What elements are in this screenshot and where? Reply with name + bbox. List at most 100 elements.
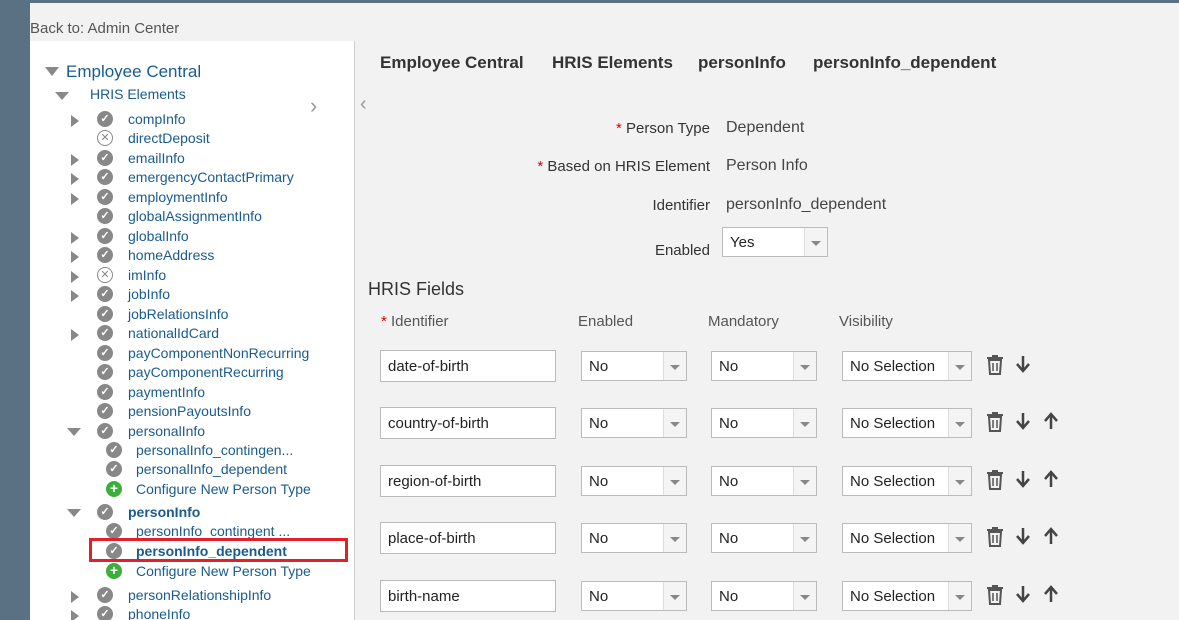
trash-icon[interactable] [986, 527, 1004, 552]
chevron-down-icon[interactable] [793, 409, 816, 437]
enabled-select[interactable]: No [581, 351, 687, 381]
arrow-down-icon[interactable] [1015, 585, 1031, 608]
visibility-select[interactable]: No Selection [842, 523, 972, 553]
collapse-triangle-icon[interactable] [55, 92, 69, 100]
mandatory-select[interactable]: No [711, 351, 817, 381]
enabled-select[interactable]: No [581, 523, 687, 553]
trash-icon[interactable] [986, 585, 1004, 610]
arrow-down-icon[interactable] [1015, 470, 1031, 493]
chevron-down-icon[interactable] [948, 409, 971, 437]
back-to-admin-center-link[interactable]: Back to: Admin Center [30, 20, 179, 37]
check-circle-icon: ✓ [97, 364, 113, 380]
check-circle-icon: ✓ [97, 384, 113, 400]
collapse-triangle-icon[interactable] [67, 509, 81, 517]
tree-item-label: jobInfo [128, 286, 171, 302]
tree-item-label: directDeposit [128, 130, 210, 146]
enabled-select[interactable]: Yes [722, 227, 828, 257]
enabled-select[interactable]: No [581, 581, 687, 611]
identifier-input[interactable]: place-of-birth [380, 522, 556, 554]
arrow-up-icon[interactable] [1043, 470, 1059, 493]
chevron-down-icon[interactable] [793, 352, 816, 380]
tree-item-label: globalInfo [128, 228, 189, 244]
check-circle-icon: ✓ [106, 461, 122, 477]
tree-item-label: paymentInfo [128, 384, 206, 400]
identifier-input[interactable]: region-of-birth [380, 465, 556, 497]
chevron-down-icon[interactable] [663, 409, 686, 437]
x-circle-icon: ✕ [97, 267, 113, 283]
chevron-left-icon[interactable]: ‹ [360, 93, 367, 116]
chevron-down-icon[interactable] [948, 524, 971, 552]
chevron-down-icon[interactable] [948, 582, 971, 610]
tree-item-label: personalInfo_contingen... [136, 442, 294, 458]
enabled-select[interactable]: No [581, 408, 687, 438]
visibility-select[interactable]: No Selection [842, 466, 972, 496]
trash-icon[interactable] [986, 470, 1004, 495]
arrow-up-icon[interactable] [1043, 527, 1059, 550]
selected-item-highlight [89, 538, 348, 562]
expand-triangle-icon[interactable] [71, 290, 79, 302]
tree-panel: Employee Central HRIS Elements › ✓ compIn… [30, 41, 355, 620]
chevron-down-icon[interactable] [663, 582, 686, 610]
expand-triangle-icon[interactable] [71, 271, 79, 283]
mandatory-select[interactable]: No [711, 408, 817, 438]
chevron-down-icon[interactable] [793, 582, 816, 610]
expand-triangle-icon[interactable] [71, 173, 79, 185]
visibility-select[interactable]: No Selection [842, 351, 972, 381]
arrow-down-icon[interactable] [1015, 527, 1031, 550]
tree-item-label: nationalIdCard [128, 325, 220, 341]
tree-item-label: Configure New Person Type [136, 481, 311, 497]
arrow-down-icon[interactable] [1015, 412, 1031, 435]
collapse-triangle-icon[interactable] [45, 67, 59, 76]
chevron-down-icon[interactable] [793, 467, 816, 495]
chevron-down-icon[interactable] [663, 467, 686, 495]
chevron-down-icon[interactable] [663, 524, 686, 552]
app-shell: Back to: Admin Center Employee Central H… [30, 3, 1179, 620]
expand-triangle-icon[interactable] [71, 329, 79, 341]
check-circle-icon: ✓ [97, 306, 113, 322]
tree-item-label: emergencyContactPrimary [128, 169, 294, 185]
arrow-down-icon[interactable] [1015, 355, 1031, 378]
tree-item-label: personalInfo_dependent [136, 461, 288, 477]
visibility-select[interactable]: No Selection [842, 581, 972, 611]
expand-triangle-icon[interactable] [71, 193, 79, 205]
chevron-down-icon[interactable] [663, 352, 686, 380]
chevron-down-icon[interactable] [793, 524, 816, 552]
breadcrumb-personinfo[interactable]: personInfo [698, 53, 786, 73]
expand-triangle-icon[interactable] [71, 232, 79, 244]
tree-item-label: personInfo_contingent ... [136, 523, 291, 539]
check-circle-icon: ✓ [106, 523, 122, 539]
column-header-enabled: Enabled [578, 313, 634, 330]
based-on-value: Person Info [726, 157, 808, 174]
plus-circle-icon: + [106, 481, 122, 497]
breadcrumb-employee-central[interactable]: Employee Central [380, 53, 524, 73]
person-type-label: * Person Type [616, 120, 710, 137]
trash-icon[interactable] [986, 355, 1004, 380]
expand-triangle-icon[interactable] [71, 591, 79, 603]
mandatory-select[interactable]: No [711, 581, 817, 611]
enabled-select[interactable]: No [581, 466, 687, 496]
tree-item-label: jobRelationsInfo [128, 306, 229, 322]
check-circle-icon: ✓ [97, 228, 113, 244]
visibility-select[interactable]: No Selection [842, 408, 972, 438]
tree-item-label: Configure New Person Type [136, 563, 311, 579]
expand-triangle-icon[interactable] [71, 154, 79, 166]
trash-icon[interactable] [986, 412, 1004, 437]
check-circle-icon: ✓ [97, 150, 113, 166]
expand-triangle-icon[interactable] [71, 610, 79, 620]
expand-triangle-icon[interactable] [71, 115, 79, 127]
identifier-input[interactable]: date-of-birth [380, 350, 556, 382]
breadcrumb-hris-elements[interactable]: HRIS Elements [552, 53, 673, 73]
collapse-triangle-icon[interactable] [67, 428, 81, 436]
identifier-input[interactable]: country-of-birth [380, 407, 556, 439]
mandatory-select[interactable]: No [711, 523, 817, 553]
chevron-down-icon[interactable] [948, 467, 971, 495]
check-circle-icon: ✓ [97, 403, 113, 419]
chevron-right-icon[interactable]: › [310, 93, 317, 119]
mandatory-select[interactable]: No [711, 466, 817, 496]
arrow-up-icon[interactable] [1043, 412, 1059, 435]
chevron-down-icon[interactable] [804, 228, 827, 256]
chevron-down-icon[interactable] [948, 352, 971, 380]
arrow-up-icon[interactable] [1043, 585, 1059, 608]
expand-triangle-icon[interactable] [71, 251, 79, 263]
identifier-input[interactable]: birth-name [380, 580, 556, 612]
